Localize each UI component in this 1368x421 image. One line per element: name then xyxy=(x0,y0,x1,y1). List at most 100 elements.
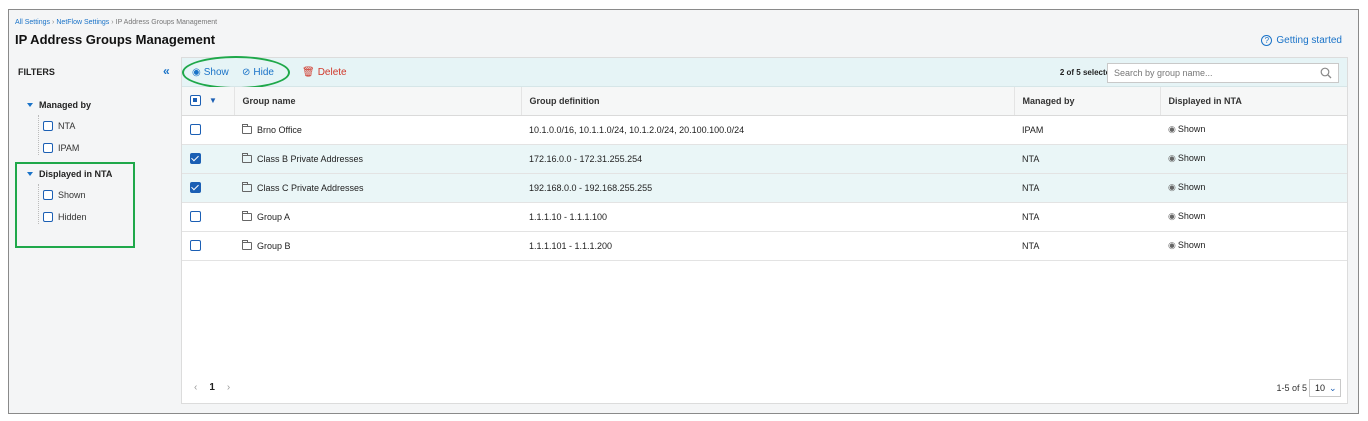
page-size-select[interactable]: 10 ⌄ xyxy=(1309,379,1341,397)
filters-title: FILTERS xyxy=(18,67,55,77)
group-name-cell: Class B Private Addresses xyxy=(234,144,521,174)
group-definition-cell: 10.1.0.0/16, 10.1.1.0/24, 10.1.2.0/24, 2… xyxy=(521,115,1014,145)
group-name-cell: Group B xyxy=(234,231,521,261)
row-select-cell[interactable] xyxy=(182,231,234,261)
page-size-value: 10 xyxy=(1315,383,1326,393)
filter-option-nta[interactable]: NTA xyxy=(43,121,75,131)
page-title: IP Address Groups Management xyxy=(15,32,216,47)
table-row[interactable]: Class C Private Addresses 192.168.0.0 - … xyxy=(182,173,1347,203)
row-checkbox[interactable] xyxy=(190,240,201,252)
column-header-managed-by[interactable]: Managed by xyxy=(1014,87,1161,116)
breadcrumb-separator: › xyxy=(111,19,114,26)
row-select-cell[interactable] xyxy=(182,173,234,203)
trash-icon: 🗑 xyxy=(302,67,315,78)
filter-option-label: NTA xyxy=(58,121,76,131)
column-header-group-name[interactable]: Group name xyxy=(234,87,522,116)
table-row[interactable]: Group A 1.1.1.10 - 1.1.1.100 NTA ◉ Shown xyxy=(182,202,1347,232)
help-icon: ? xyxy=(1261,35,1273,46)
group-definition-cell: 1.1.1.10 - 1.1.1.100 xyxy=(521,202,1014,232)
eye-icon: ◉ xyxy=(1168,153,1176,163)
delete-button[interactable]: 🗑 Delete xyxy=(302,67,347,78)
managed-by-cell: NTA xyxy=(1014,173,1160,203)
displayed-status: Shown xyxy=(1177,211,1206,221)
row-checkbox[interactable] xyxy=(190,153,201,165)
managed-by-cell: NTA xyxy=(1014,144,1160,174)
row-select-cell[interactable] xyxy=(182,144,234,174)
groups-panel: ◉ Show ⊘ Hide 🗑 Delete 2 of 5 selected S… xyxy=(181,56,1348,404)
highlight-rectangle xyxy=(15,162,135,248)
page-number-current[interactable]: 1 xyxy=(209,382,215,393)
chevron-down-icon: ⌄ xyxy=(1329,383,1337,393)
group-definition-cell: 192.168.0.0 - 192.168.255.255 xyxy=(521,173,1014,203)
show-button[interactable]: ◉ Show xyxy=(192,67,229,78)
select-all-checkbox[interactable] xyxy=(190,95,201,107)
folder-icon xyxy=(242,153,252,164)
hide-button[interactable]: ⊘ Hide xyxy=(242,67,274,78)
folder-icon xyxy=(242,240,252,251)
row-select-cell[interactable] xyxy=(182,202,234,232)
getting-started-label: Getting started xyxy=(1276,35,1342,46)
breadcrumb: All Settings › NetFlow Settings › IP Address… xyxy=(15,19,217,26)
eye-icon: ◉ xyxy=(192,67,201,78)
search-icon[interactable] xyxy=(1320,67,1332,79)
show-label: Show xyxy=(203,67,229,78)
displayed-status: Shown xyxy=(1177,124,1206,134)
managed-by-cell: IPAM xyxy=(1014,115,1160,145)
group-name: Group B xyxy=(257,240,291,251)
filter-option-ipam[interactable]: IPAM xyxy=(43,143,79,153)
displayed-status: Shown xyxy=(1177,240,1206,250)
eye-icon: ◉ xyxy=(1168,240,1176,250)
group-definition-cell: 172.16.0.0 - 172.31.255.254 xyxy=(521,144,1014,174)
group-name: Brno Office xyxy=(257,124,302,135)
row-checkbox[interactable] xyxy=(190,182,201,194)
table-header-row: ▼ Group name Group definition Managed by… xyxy=(182,87,1347,116)
column-header-group-definition[interactable]: Group definition xyxy=(521,87,1015,116)
pagination-range: 1-5 of 5 xyxy=(1276,383,1307,393)
getting-started-link[interactable]: ? Getting started xyxy=(1261,35,1342,46)
displayed-cell: ◉ Shown xyxy=(1160,202,1347,232)
filter-checkbox[interactable] xyxy=(43,121,53,131)
search-box[interactable] xyxy=(1107,63,1339,83)
filter-group-managed-by[interactable]: Managed by xyxy=(27,100,91,110)
group-name: Class C Private Addresses xyxy=(257,182,364,193)
breadcrumb-separator: › xyxy=(52,19,55,26)
breadcrumb-all-settings[interactable]: All Settings xyxy=(15,19,50,26)
displayed-cell: ◉ Shown xyxy=(1160,231,1347,261)
column-header-displayed-in-nta[interactable]: Displayed in NTA xyxy=(1160,87,1347,116)
filter-group-label: Managed by xyxy=(39,100,92,110)
table-row[interactable]: Brno Office 10.1.0.0/16, 10.1.1.0/24, 10… xyxy=(182,115,1347,145)
toolbar: ◉ Show ⊘ Hide 🗑 Delete 2 of 5 selected xyxy=(182,56,1347,89)
group-name: Class B Private Addresses xyxy=(257,153,364,164)
expand-triangle-icon xyxy=(27,103,33,107)
row-checkbox[interactable] xyxy=(190,211,201,223)
chevron-down-icon[interactable]: ▼ xyxy=(209,96,217,105)
folder-icon xyxy=(242,211,252,222)
filter-checkbox[interactable] xyxy=(43,143,53,153)
eye-slash-icon: ⊘ xyxy=(242,67,251,78)
pagination: ‹ 1 › xyxy=(194,382,230,393)
prev-page-button[interactable]: ‹ xyxy=(194,382,197,393)
managed-by-cell: NTA xyxy=(1014,202,1160,232)
search-input[interactable] xyxy=(1108,64,1308,82)
displayed-cell: ◉ Shown xyxy=(1160,144,1347,174)
breadcrumb-current: IP Address Groups Management xyxy=(115,19,218,26)
row-checkbox[interactable] xyxy=(190,124,201,136)
eye-icon: ◉ xyxy=(1168,182,1176,192)
eye-icon: ◉ xyxy=(1168,124,1176,134)
row-select-cell[interactable] xyxy=(182,115,234,145)
breadcrumb-netflow-settings[interactable]: NetFlow Settings xyxy=(56,19,109,26)
select-all-cell[interactable]: ▼ xyxy=(182,87,235,116)
eye-icon: ◉ xyxy=(1168,211,1176,221)
folder-icon xyxy=(242,124,252,135)
displayed-status: Shown xyxy=(1177,153,1206,163)
folder-icon xyxy=(242,182,252,193)
table-row[interactable]: Group B 1.1.1.101 - 1.1.1.200 NTA ◉ Shown xyxy=(182,231,1347,261)
collapse-sidebar-icon[interactable]: « xyxy=(163,64,170,78)
next-page-button[interactable]: › xyxy=(227,382,230,393)
table-row[interactable]: Class B Private Addresses 172.16.0.0 - 1… xyxy=(182,144,1347,174)
app-window: All Settings › NetFlow Settings › IP Address… xyxy=(8,9,1359,414)
group-definition-cell: 1.1.1.101 - 1.1.1.200 xyxy=(521,231,1014,261)
filters-sidebar: FILTERS « Managed by NTA IPAM Displayed … xyxy=(10,57,180,403)
groups-table: ▼ Group name Group definition Managed by… xyxy=(182,87,1347,261)
filter-option-label: IPAM xyxy=(58,143,80,153)
